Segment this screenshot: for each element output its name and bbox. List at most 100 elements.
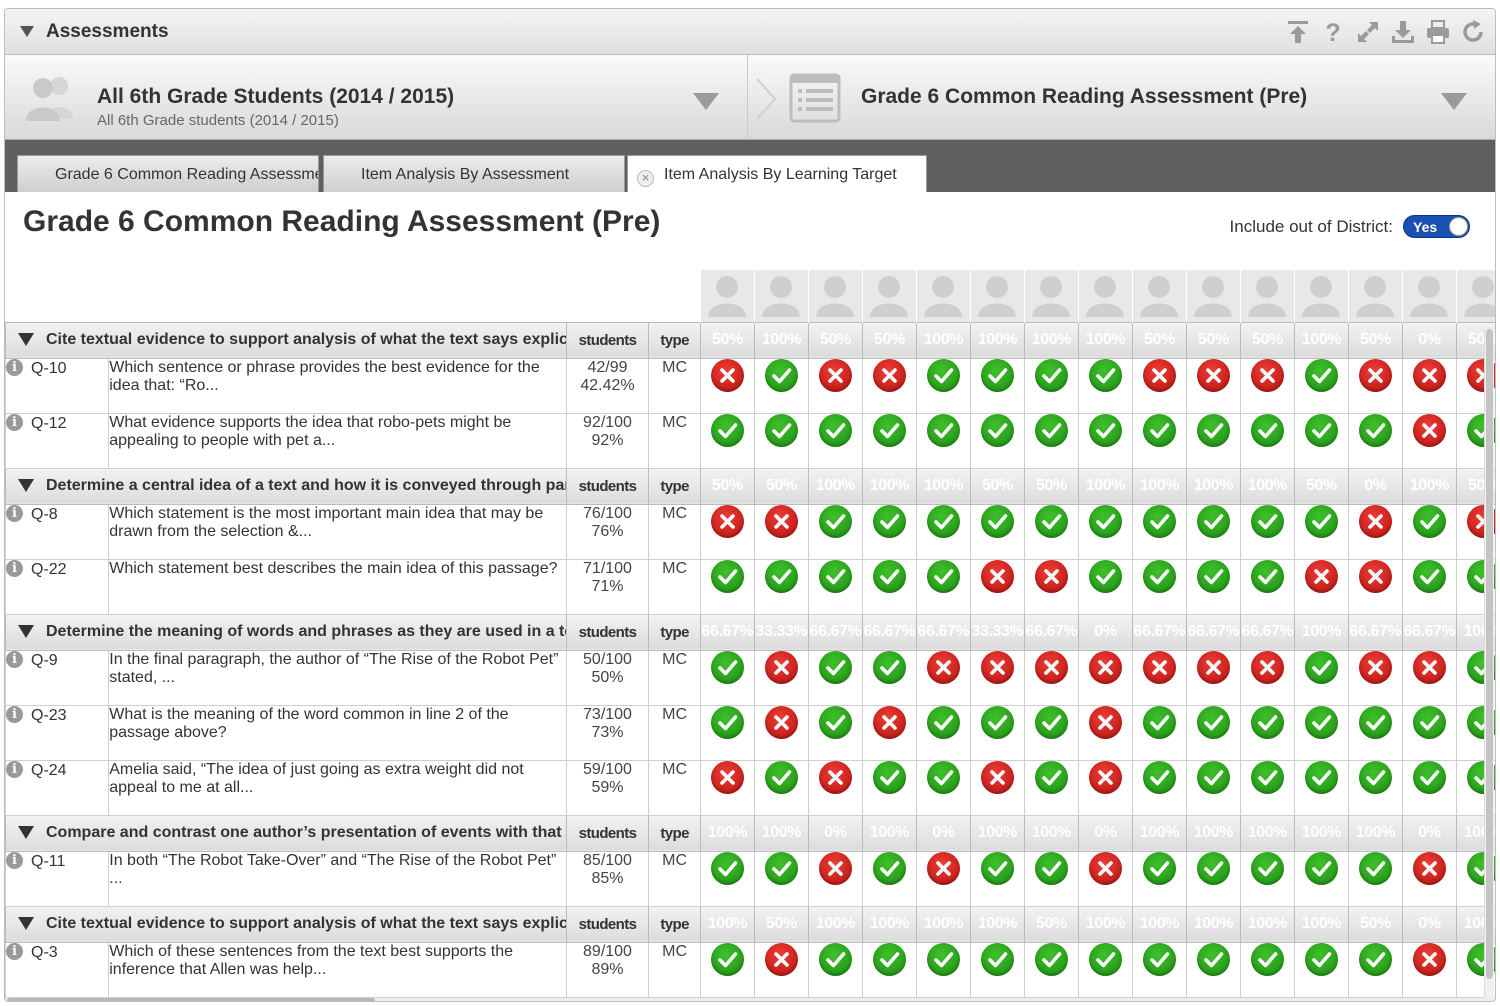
question-row[interactable]: i Q-11 In both “The Robot Take-Over” and “… [5,850,1495,907]
student-result-cell[interactable] [861,357,917,414]
student-result-cell[interactable] [807,850,863,907]
student-result-cell[interactable] [1023,503,1079,560]
student-result-cell[interactable] [1131,850,1187,907]
student-group-title[interactable]: All 6th Grade Students (2014 / 2015) [97,85,454,109]
question-text[interactable]: Which statement is the most important ma… [108,503,567,560]
student-avatar[interactable] [915,270,971,322]
student-result-cell[interactable] [753,850,809,907]
student-result-cell[interactable] [1347,941,1403,998]
student-result-cell[interactable] [699,941,755,998]
student-avatar[interactable] [861,270,917,322]
tab-item-analysis-by-learning-target[interactable]: × Item Analysis By Learning Target [627,155,927,192]
student-result-cell[interactable] [1185,357,1241,414]
student-avatar[interactable] [753,270,809,322]
student-result-cell[interactable] [753,649,809,706]
student-result-cell[interactable] [1401,704,1457,761]
student-result-cell[interactable] [1401,503,1457,560]
learning-target-name[interactable]: Compare and contrast one author’s presen… [5,814,567,852]
student-result-cell[interactable] [699,704,755,761]
student-result-cell[interactable] [861,850,917,907]
learning-target-row[interactable]: Compare and contrast one author’s presen… [5,814,1495,852]
users-icon[interactable] [23,73,79,121]
student-result-cell[interactable] [1131,503,1187,560]
info-icon[interactable]: i [6,560,23,577]
download-icon[interactable] [1389,18,1417,46]
student-result-cell[interactable] [1293,850,1349,907]
student-avatar[interactable] [969,270,1025,322]
info-icon[interactable]: i [6,651,23,668]
student-result-cell[interactable] [1185,941,1241,998]
student-result-cell[interactable] [1347,558,1403,615]
student-result-cell[interactable] [699,357,755,414]
student-result-cell[interactable] [1347,704,1403,761]
student-result-cell[interactable] [1293,357,1349,414]
student-avatar[interactable] [1293,270,1349,322]
question-row[interactable]: i Q-8 Which statement is the most importan… [5,503,1495,560]
student-result-cell[interactable] [1185,649,1241,706]
student-result-cell[interactable] [861,759,917,816]
student-avatar[interactable] [1401,270,1457,322]
student-result-cell[interactable] [1239,503,1295,560]
student-result-cell[interactable] [1023,412,1079,469]
assessment-list-icon[interactable] [789,73,841,123]
student-result-cell[interactable] [753,704,809,761]
student-avatar[interactable] [1077,270,1133,322]
assessment-dropdown-icon[interactable] [1441,93,1467,110]
student-result-cell[interactable] [1401,850,1457,907]
student-result-cell[interactable] [753,558,809,615]
info-icon[interactable]: i [6,706,23,723]
student-result-cell[interactable] [1293,412,1349,469]
student-result-cell[interactable] [1293,649,1349,706]
student-result-cell[interactable] [915,759,971,816]
student-result-cell[interactable] [1023,941,1079,998]
student-result-cell[interactable] [915,412,971,469]
learning-target-name[interactable]: Cite textual evidence to support analysi… [5,905,567,943]
student-result-cell[interactable] [1131,704,1187,761]
student-result-cell[interactable] [1185,558,1241,615]
question-row[interactable]: i Q-24 Amelia said, “The idea of just goin… [5,759,1495,816]
student-result-cell[interactable] [1185,850,1241,907]
student-avatar[interactable] [1185,270,1241,322]
student-result-cell[interactable] [969,357,1025,414]
question-row[interactable]: i Q-10 Which sentence or phrase provides t… [5,357,1495,414]
student-result-cell[interactable] [915,941,971,998]
question-text[interactable]: What is the meaning of the word common i… [108,704,567,761]
student-result-cell[interactable] [1131,558,1187,615]
student-result-cell[interactable] [1239,850,1295,907]
student-result-cell[interactable] [861,412,917,469]
student-result-cell[interactable] [1401,357,1457,414]
student-group-dropdown-icon[interactable] [693,93,719,110]
student-result-cell[interactable] [1347,850,1403,907]
horizontal-scrollbar[interactable] [5,998,1495,1001]
student-result-cell[interactable] [699,558,755,615]
student-result-cell[interactable] [807,759,863,816]
student-result-cell[interactable] [915,850,971,907]
student-result-cell[interactable] [1401,941,1457,998]
learning-target-name[interactable]: Determine a central idea of a text and h… [5,467,567,505]
learning-target-name[interactable]: Cite textual evidence to support analysi… [5,321,567,359]
student-avatar[interactable] [1347,270,1403,322]
learning-target-row[interactable]: Cite textual evidence to support analysi… [5,321,1495,359]
student-result-cell[interactable] [1239,941,1295,998]
student-result-cell[interactable] [753,941,809,998]
student-result-cell[interactable] [1401,649,1457,706]
student-result-cell[interactable] [861,649,917,706]
question-text[interactable]: What evidence supports the idea that rob… [108,412,567,469]
info-icon[interactable]: i [6,414,23,431]
student-result-cell[interactable] [1239,649,1295,706]
student-result-cell[interactable] [1347,412,1403,469]
student-result-cell[interactable] [699,850,755,907]
info-icon[interactable]: i [6,505,23,522]
refresh-icon[interactable] [1459,18,1487,46]
student-result-cell[interactable] [1131,412,1187,469]
question-text[interactable]: Which of these sentences from the text b… [108,941,567,998]
student-result-cell[interactable] [1185,759,1241,816]
student-result-cell[interactable] [1023,704,1079,761]
student-result-cell[interactable] [915,503,971,560]
student-result-cell[interactable] [861,558,917,615]
info-icon[interactable]: i [6,852,23,869]
student-result-cell[interactable] [1347,357,1403,414]
upload-icon[interactable] [1284,18,1312,46]
student-avatar[interactable] [1131,270,1187,322]
student-result-cell[interactable] [1023,558,1079,615]
